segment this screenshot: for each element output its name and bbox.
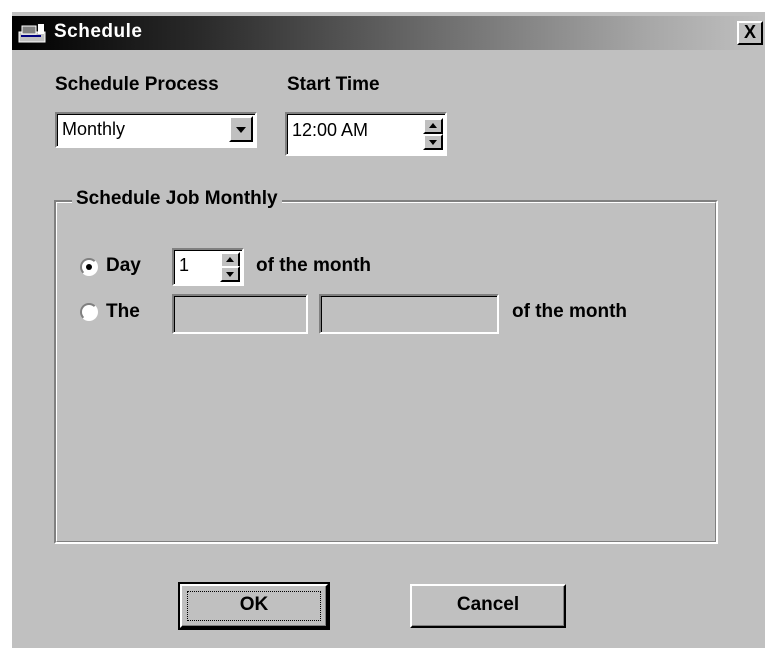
dropdown-button[interactable] [229,116,253,142]
schedule-process-value: Monthly [62,119,126,139]
weekday-select[interactable] [319,294,499,334]
chevron-down-icon [236,127,246,133]
app-window-icon [18,24,46,43]
window-title: Schedule [54,21,143,42]
arrow-down-icon [429,140,437,145]
start-time-label: Start Time [287,74,380,95]
cancel-button[interactable]: Cancel [410,584,566,628]
ordinal-select[interactable] [172,294,308,334]
day-spin-down-button[interactable] [220,266,240,282]
close-icon: X [743,22,756,42]
schedule-process-label: Schedule Process [55,74,219,95]
day-radio[interactable] [80,258,98,276]
arrow-down-icon [226,272,234,277]
the-option-label[interactable]: The [106,301,140,323]
schedule-dialog: Schedule X Schedule Process Start Time M… [12,12,765,648]
start-time-value: 12:00 AM [292,120,369,140]
schedule-process-dropdown[interactable]: Monthly [55,112,257,148]
day-suffix-label: of the month [256,255,372,276]
schedule-job-groupbox [54,200,718,544]
cancel-button-label: Cancel [456,594,520,615]
title-bar[interactable]: Schedule X [12,16,765,50]
day-option-label[interactable]: Day [106,255,141,277]
the-radio[interactable] [80,303,98,321]
groupbox-title: Schedule Job Monthly [72,188,282,210]
the-suffix-label: of the month [512,301,628,322]
start-time-field[interactable]: 12:00 AM [285,112,447,156]
arrow-up-icon [226,257,234,262]
arrow-up-icon [429,123,437,128]
radio-selected-dot [86,264,92,270]
day-number-field[interactable]: 1 [172,248,244,286]
ok-button[interactable]: OK [178,582,330,630]
time-spin-down-button[interactable] [423,134,443,150]
day-number-value: 1 [179,255,190,275]
close-button[interactable]: X [737,21,763,45]
time-spin-up-button[interactable] [423,118,443,134]
